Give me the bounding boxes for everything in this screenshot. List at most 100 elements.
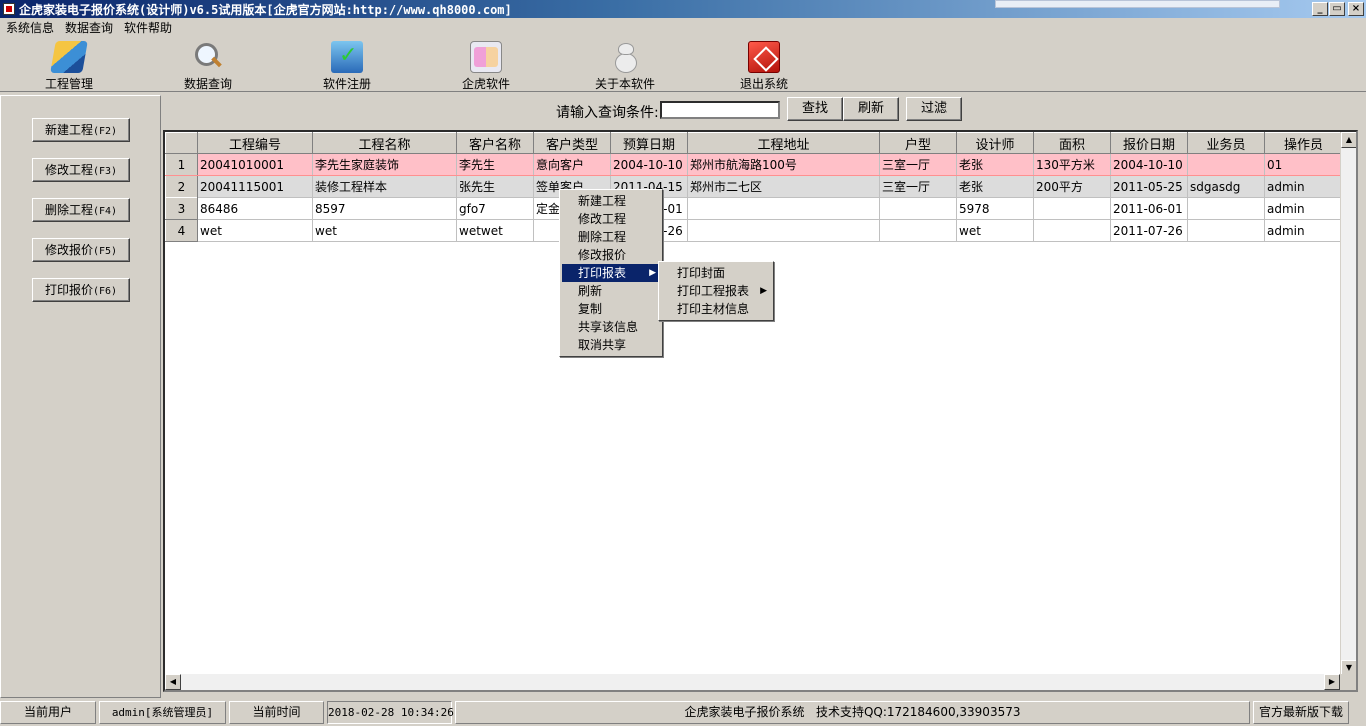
table-cell[interactable]: admin [1264, 219, 1343, 242]
search-input[interactable] [660, 101, 780, 119]
table-cell[interactable]: 130平方米 [1033, 153, 1111, 176]
close-button[interactable]: × [1348, 2, 1364, 16]
column-header[interactable]: 工程地址 [687, 132, 880, 154]
context-menu-item[interactable]: 修改工程 [562, 210, 660, 228]
submenu-item[interactable]: 打印主材信息 [661, 300, 771, 318]
table-cell[interactable]: 张先生 [456, 175, 534, 198]
table-cell[interactable]: 20041115001 [197, 175, 313, 198]
table-cell[interactable]: 三室一厅 [879, 175, 957, 198]
submenu-item[interactable]: 打印工程报表 ▶ [661, 282, 771, 300]
table-cell[interactable] [1033, 197, 1111, 220]
table-cell[interactable]: 李先生家庭装饰 [312, 153, 457, 176]
table-cell[interactable] [1187, 197, 1265, 220]
table-cell[interactable] [687, 219, 880, 242]
table-cell[interactable]: 20041010001 [197, 153, 313, 176]
tool-about[interactable]: 关于本软件 [580, 41, 670, 91]
table-cell[interactable]: 2011-07-26 [1110, 219, 1188, 242]
scroll-up-icon[interactable]: ▲ [1341, 132, 1356, 148]
column-header[interactable]: 工程名称 [312, 132, 457, 154]
table-cell[interactable]: wet [312, 219, 457, 242]
project-grid[interactable]: 工程编号 工程名称 客户名称 客户类型 预算日期 工程地址 户型 设计师 面积 … [163, 130, 1358, 692]
column-header[interactable]: 客户名称 [456, 132, 534, 154]
new-project-button[interactable]: 新建工程(F2) [32, 118, 130, 142]
table-cell[interactable]: 2011-05-25 [1110, 175, 1188, 198]
table-row[interactable]: 2 20041115001 装修工程样本 张先生 签单客户 2011-04-15 郑州市二七… [165, 175, 1343, 198]
row-number[interactable]: 3 [165, 197, 198, 220]
column-header[interactable]: 业务员 [1187, 132, 1265, 154]
tool-software-register[interactable]: 软件注册 [302, 41, 392, 91]
context-menu-item[interactable]: 刷新 [562, 282, 660, 300]
table-cell[interactable]: 200平方 [1033, 175, 1111, 198]
table-cell[interactable] [687, 197, 880, 220]
refresh-button[interactable]: 刷新 [843, 97, 899, 121]
table-cell[interactable]: wetwet [456, 219, 534, 242]
table-cell[interactable]: 郑州市二七区 [687, 175, 880, 198]
column-header[interactable]: 客户类型 [533, 132, 611, 154]
table-cell[interactable] [1187, 153, 1265, 176]
delete-project-button[interactable]: 删除工程(F4) [32, 198, 130, 222]
horizontal-scrollbar[interactable]: ◀ ▶ [165, 674, 1356, 690]
table-row[interactable]: 4wetwetwetwet2011-07-26wet2011-07-26admi… [165, 219, 1343, 242]
context-menu-item[interactable]: 新建工程 [562, 192, 660, 210]
table-cell[interactable] [879, 219, 957, 242]
table-cell[interactable]: gfo7 [456, 197, 534, 220]
table-row[interactable]: 3864868597gfo7定金客户2011-06-0159782011-06-… [165, 197, 1343, 220]
row-number[interactable]: 4 [165, 219, 198, 242]
table-cell[interactable]: wet [956, 219, 1034, 242]
table-cell[interactable]: wet [197, 219, 313, 242]
table-cell[interactable] [879, 197, 957, 220]
tool-exit[interactable]: 退出系统 [719, 41, 809, 91]
column-header[interactable]: 设计师 [956, 132, 1034, 154]
table-cell[interactable]: 老张 [956, 153, 1034, 176]
row-number[interactable]: 1 [165, 153, 198, 176]
scroll-right-icon[interactable]: ▶ [1324, 674, 1340, 690]
table-cell[interactable]: 2011-06-01 [1110, 197, 1188, 220]
context-menu-item[interactable]: 复制 [562, 300, 660, 318]
app-icon[interactable] [3, 3, 15, 15]
table-cell[interactable]: 装修工程样本 [312, 175, 457, 198]
table-row[interactable]: 1 20041010001 李先生家庭装饰 李先生 意向客户 2004-10-10 郑州市航… [165, 153, 1343, 176]
tool-qihu-software[interactable]: 企虎软件 [441, 41, 531, 91]
table-cell[interactable]: 李先生 [456, 153, 534, 176]
menu-data-query[interactable]: 数据查询 [65, 19, 113, 36]
row-number[interactable]: 2 [165, 175, 198, 198]
column-header[interactable]: 户型 [879, 132, 957, 154]
submenu-item[interactable]: 打印封面 [661, 264, 771, 282]
tool-project-management[interactable]: 工程管理 [24, 41, 114, 91]
context-menu-item[interactable]: 删除工程 [562, 228, 660, 246]
column-header[interactable]: 面积 [1033, 132, 1111, 154]
table-cell[interactable]: admin [1264, 197, 1343, 220]
context-menu-item[interactable]: 共享该信息 [562, 318, 660, 336]
menu-system-info[interactable]: 系统信息 [6, 19, 54, 36]
filter-button[interactable]: 过滤 [906, 97, 962, 121]
scroll-left-icon[interactable]: ◀ [165, 674, 181, 690]
column-header[interactable]: 预算日期 [610, 132, 688, 154]
column-header[interactable]: 操作员 [1264, 132, 1343, 154]
table-cell[interactable]: 86486 [197, 197, 313, 220]
table-cell[interactable] [1187, 219, 1265, 242]
column-header[interactable]: 报价日期 [1110, 132, 1188, 154]
find-button[interactable]: 查找 [787, 97, 843, 121]
print-quote-button[interactable]: 打印报价(F6) [32, 278, 130, 302]
table-cell[interactable]: 三室一厅 [879, 153, 957, 176]
column-header[interactable]: 工程编号 [197, 132, 313, 154]
tool-data-query[interactable]: 数据查询 [163, 41, 253, 91]
restore-button[interactable]: ▭ [1329, 2, 1345, 16]
table-cell[interactable]: 5978 [956, 197, 1034, 220]
edit-quote-button[interactable]: 修改报价(F5) [32, 238, 130, 262]
minimize-button[interactable]: _ [1312, 2, 1328, 16]
table-cell[interactable]: 8597 [312, 197, 457, 220]
table-cell[interactable] [1033, 219, 1111, 242]
edit-project-button[interactable]: 修改工程(F3) [32, 158, 130, 182]
table-cell[interactable]: 意向客户 [533, 153, 611, 176]
table-cell[interactable]: 2004-10-10 [1110, 153, 1188, 176]
table-cell[interactable]: 01 [1264, 153, 1343, 176]
table-cell[interactable]: sdgasdg [1187, 175, 1265, 198]
context-menu-item[interactable]: 取消共享 [562, 336, 660, 354]
download-latest-button[interactable]: 官方最新版下载 [1253, 701, 1349, 724]
menu-help[interactable]: 软件帮助 [124, 19, 172, 36]
column-header[interactable] [165, 132, 198, 154]
context-menu-item[interactable]: 打印报表 ▶ [562, 264, 660, 282]
context-menu-item[interactable]: 修改报价 [562, 246, 660, 264]
table-cell[interactable]: 2004-10-10 [610, 153, 688, 176]
